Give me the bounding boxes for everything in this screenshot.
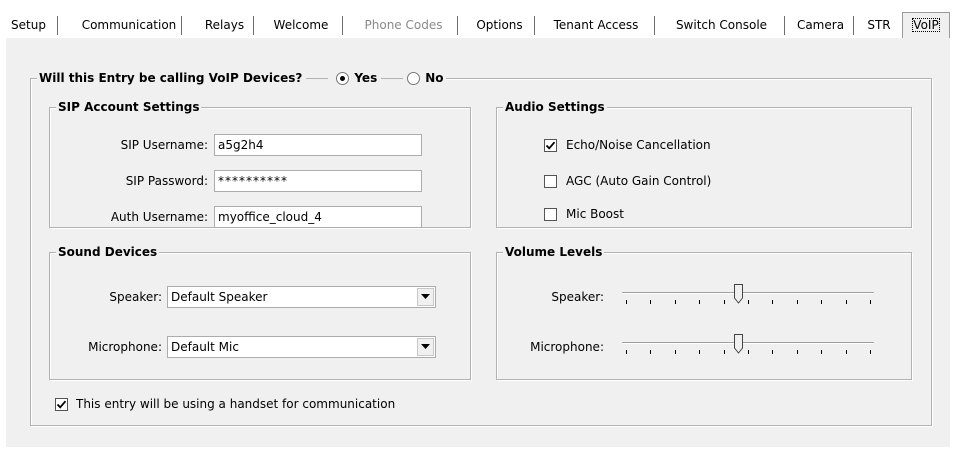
speaker-select-value: Default Speaker [171,290,268,304]
slider-tick [846,300,847,304]
slider-tick [650,350,651,354]
slider-tick [797,350,798,354]
chevron-down-icon [421,344,430,349]
slider-tick [699,300,700,304]
speaker-device-label: Speaker: [109,290,162,304]
auth-username-field[interactable]: myoffice_cloud_4 [214,206,422,228]
slider-thumb[interactable] [734,284,743,304]
microphone-select-value: Default Mic [171,340,239,354]
tab-label: Camera [796,18,845,32]
voip-question: Will this Entry be calling VoIP Devices? [39,71,303,85]
legend-divider [306,77,329,79]
slider-tick [724,350,725,354]
sound-devices-title: Sound Devices [56,244,160,260]
volume-levels-group: Volume Levels [496,244,912,380]
volume-levels-title: Volume Levels [503,244,605,260]
slider-tick [870,300,871,304]
yes-radio[interactable] [336,71,350,85]
handset-label: This entry will be using a handset for c… [76,397,396,411]
tab-communication[interactable]: Communication [77,14,182,37]
slider-tick [650,300,651,304]
tab-label: Welcome [273,18,329,32]
slider-tick [626,350,627,354]
slider-tick [675,300,676,304]
yes-radio-option[interactable]: Yes [336,70,377,86]
handset-checkbox[interactable] [55,398,68,411]
slider-tick [626,300,627,304]
chevron-down-icon [421,294,430,299]
slider-thumb[interactable] [734,334,743,354]
tab-phone-codes[interactable]: Phone Codes [350,14,458,37]
tab-welcome[interactable]: Welcome [260,14,343,37]
sound-devices-group: Sound Devices [49,244,471,380]
tab-label: Communication [81,18,177,32]
slider-track-highlight [622,343,874,344]
checkmark-icon [545,141,556,150]
microphone-dropdown-button[interactable] [417,338,434,356]
microphone-volume-slider[interactable] [622,334,874,358]
sip-username-label: SIP Username: [120,138,208,152]
slider-tick [772,350,773,354]
slider-tick [675,350,676,354]
sip-username-field[interactable]: a5g2h4 [214,134,422,156]
speaker-volume-slider[interactable] [622,284,874,308]
yes-label: Yes [354,71,378,85]
sip-password-label: SIP Password: [125,174,208,188]
audio-settings-group: Audio Settings [496,99,912,228]
slider-tick [797,300,798,304]
slider-tick [724,300,725,304]
slider-tick [748,300,749,304]
tab-tenant-access[interactable]: Tenant Access [538,14,655,37]
checkmark-icon [56,400,67,409]
tab-label: Relays [204,18,245,32]
echo-cancellation-checkbox[interactable] [544,139,557,152]
agc-checkbox[interactable] [544,175,557,188]
tab-label: Switch Console [675,18,768,32]
auth-username-label: Auth Username: [110,210,208,224]
speaker-volume-label: Speaker: [551,290,604,304]
legend-divider [381,77,404,79]
tab-label: VoIP [912,18,940,32]
slider-tick [821,300,822,304]
slider-tick [699,350,700,354]
slider-tick [748,350,749,354]
tab-str[interactable]: STR [859,14,899,37]
slider-tick [846,350,847,354]
slider-tick [821,350,822,354]
no-radio[interactable] [407,71,421,85]
speaker-dropdown-button[interactable] [417,288,434,306]
slider-track-highlight [622,293,874,294]
tab-label: Setup [11,18,46,32]
tab-relays[interactable]: Relays [196,14,254,37]
tab-label: STR [867,18,891,32]
microphone-volume-label: Microphone: [530,340,604,354]
mic-boost-label: Mic Boost [566,207,624,221]
no-label: No [425,71,444,85]
tab-label: Options [476,18,523,32]
tab-camera[interactable]: Camera [788,14,854,37]
tab-label: Tenant Access [553,18,639,32]
tab-setup[interactable]: Setup [0,14,58,37]
no-radio-option[interactable]: No [407,70,444,86]
tab-switch-console[interactable]: Switch Console [659,14,785,37]
voip-legend: Will this Entry be calling VoIP Devices?… [37,70,446,86]
slider-tick [772,300,773,304]
tab-label: Phone Codes [364,18,443,32]
tab-voip[interactable]: VoIP [902,12,950,38]
speaker-select[interactable]: Default Speaker [167,286,436,308]
sip-password-field[interactable]: ********** [214,170,422,192]
slider-tick [870,350,871,354]
microphone-select[interactable]: Default Mic [167,336,436,358]
mic-boost-checkbox[interactable] [544,208,557,221]
audio-settings-title: Audio Settings [503,99,607,115]
microphone-device-label: Microphone: [88,340,162,354]
tab-options[interactable]: Options [465,14,535,37]
echo-cancellation-label: Echo/Noise Cancellation [566,138,711,152]
agc-label: AGC (Auto Gain Control) [566,174,712,188]
sip-account-title: SIP Account Settings [56,99,202,115]
